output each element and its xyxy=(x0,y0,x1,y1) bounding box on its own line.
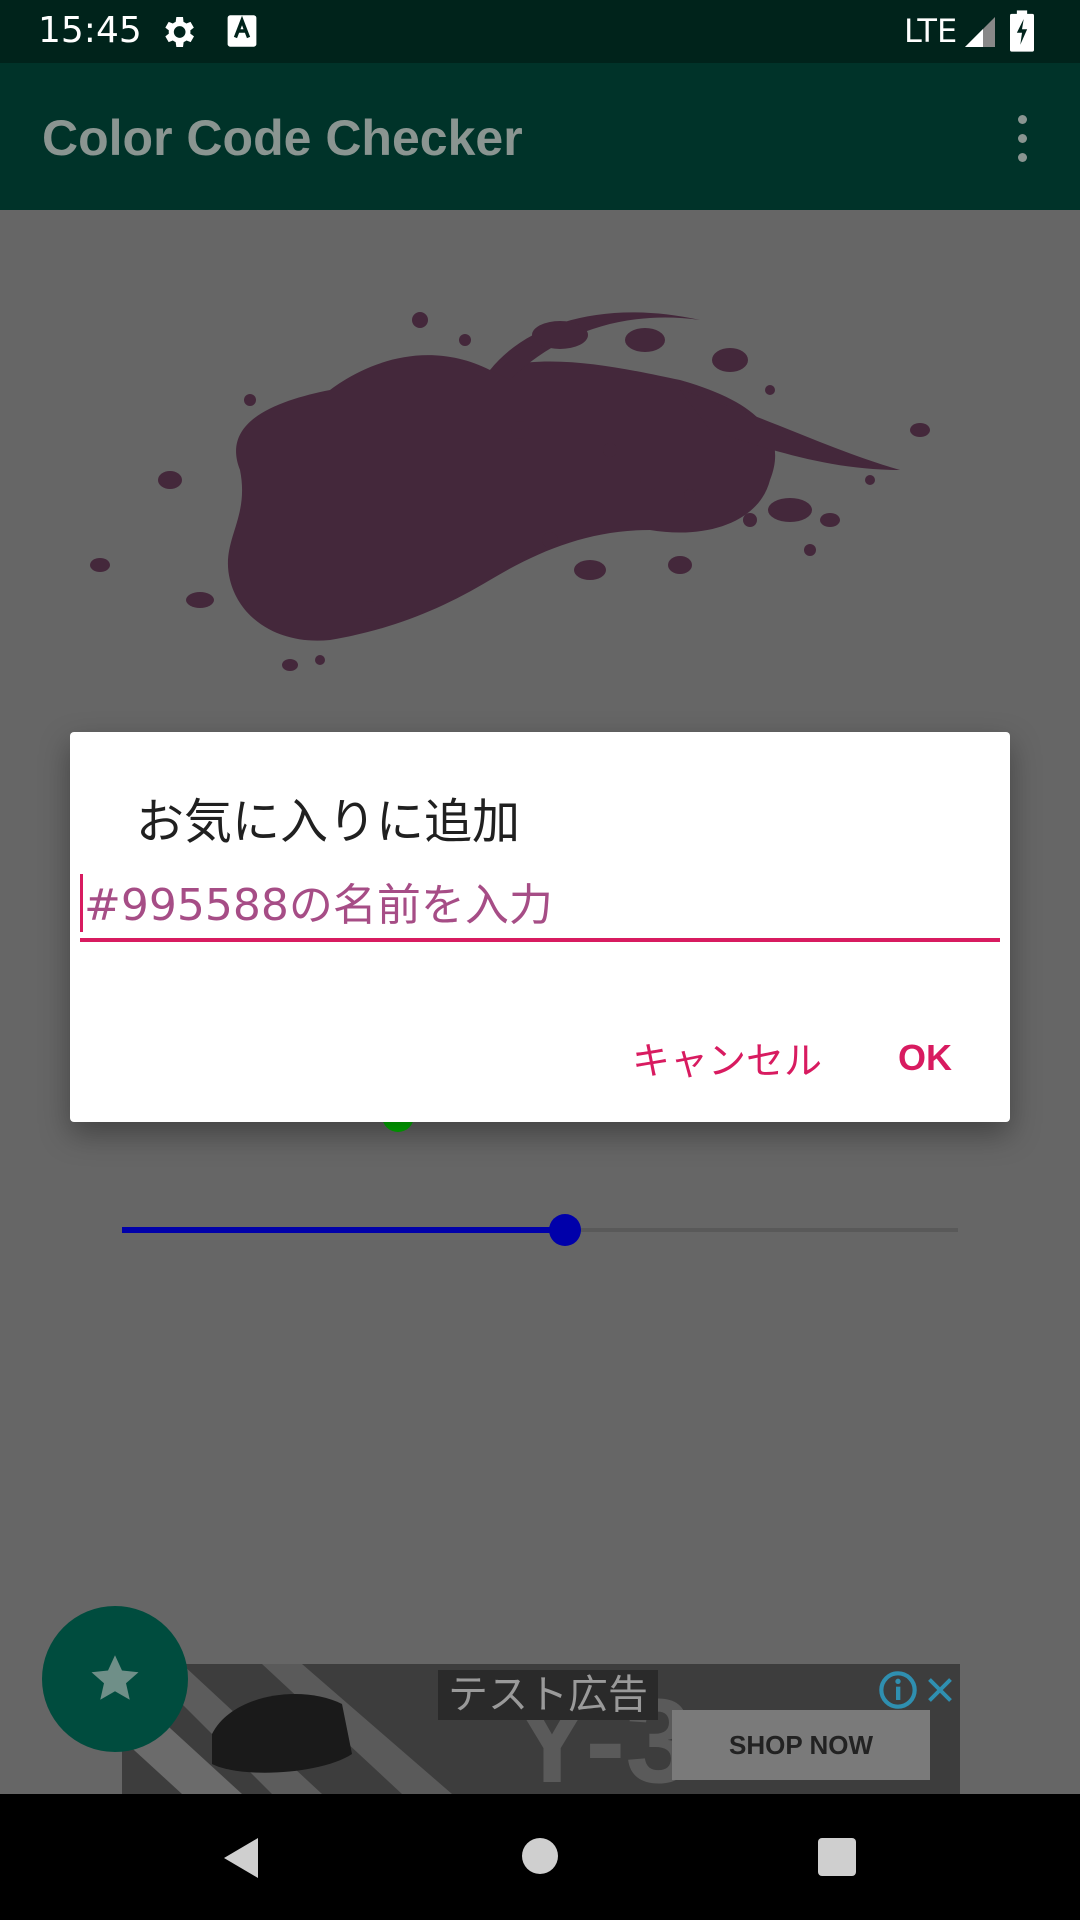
blue-slider[interactable] xyxy=(122,1210,958,1250)
keyboard-a-icon xyxy=(227,15,257,47)
cancel-button[interactable]: キャンセル xyxy=(614,1022,840,1093)
navigation-bar xyxy=(0,1794,1080,1920)
home-icon[interactable] xyxy=(522,1838,558,1874)
favorites-fab-button[interactable] xyxy=(42,1606,188,1752)
star-icon xyxy=(91,1655,139,1700)
ad-info-icon[interactable] xyxy=(878,1670,918,1710)
app-bar: Color Code Checker xyxy=(0,63,1080,210)
add-favorite-dialog: お気に入りに追加 キャンセル OK xyxy=(70,732,1010,1122)
ad-banner[interactable]: Y-3 テスト広告 SHOP NOW xyxy=(122,1664,960,1794)
input-underline xyxy=(80,938,1000,942)
settings-gear-icon xyxy=(165,17,194,47)
back-icon[interactable] xyxy=(220,1836,260,1880)
ad-label: テスト広告 xyxy=(438,1670,658,1720)
ok-button[interactable]: OK xyxy=(880,1022,970,1093)
favorite-name-input[interactable] xyxy=(80,874,1004,936)
ad-close-icon[interactable] xyxy=(922,1670,958,1710)
blue-slider-thumb[interactable] xyxy=(549,1214,582,1246)
dialog-title: お気に入りに追加 xyxy=(136,794,521,850)
favorite-name-field[interactable] xyxy=(80,874,1004,942)
signal-icon xyxy=(965,17,995,47)
color-splash-image xyxy=(90,312,930,671)
status-time: 15:45 xyxy=(38,10,142,51)
recents-icon[interactable] xyxy=(818,1838,856,1876)
dialog-actions: キャンセル OK xyxy=(614,1022,970,1093)
app-title: Color Code Checker xyxy=(42,110,523,166)
blue-slider-fill xyxy=(122,1227,566,1233)
battery-charging-icon xyxy=(1010,10,1034,52)
network-type: LTE xyxy=(904,12,958,50)
text-caret xyxy=(80,874,83,932)
more-options-icon[interactable] xyxy=(1010,115,1034,175)
status-bar: 15:45 LTE xyxy=(0,0,1080,63)
shop-now-button[interactable]: SHOP NOW xyxy=(672,1710,930,1780)
